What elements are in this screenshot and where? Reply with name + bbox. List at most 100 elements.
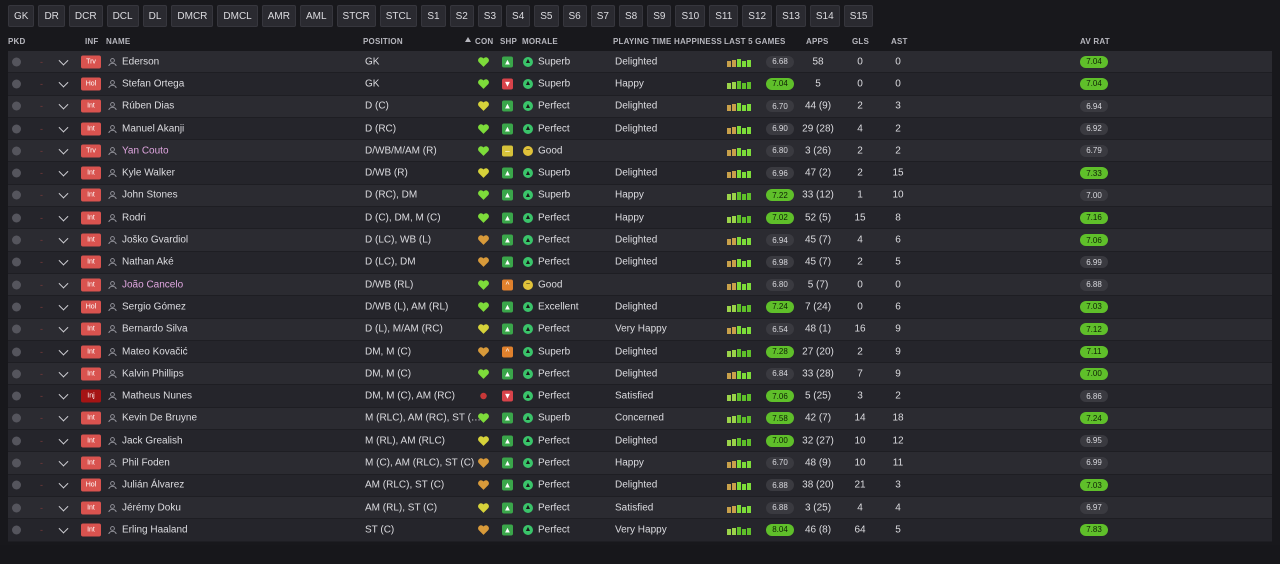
filter-button-s11[interactable]: S11: [709, 5, 739, 27]
col-apps[interactable]: APPS: [806, 37, 829, 46]
info-badge[interactable]: Int: [81, 367, 101, 381]
pick-toggle[interactable]: [12, 213, 21, 223]
col-name[interactable]: NAME: [106, 37, 130, 46]
col-con[interactable]: CON: [475, 37, 493, 46]
filter-button-s5[interactable]: S5: [534, 5, 559, 27]
chevron-down-icon[interactable]: [58, 412, 69, 422]
col-avrat[interactable]: AV RAT: [1080, 37, 1110, 46]
table-row[interactable]: - Int Kevin De Bruyne M (RLC), AM (RC), ST …: [8, 407, 1272, 431]
filter-button-s3[interactable]: S3: [477, 5, 503, 27]
chevron-down-icon[interactable]: [58, 434, 69, 445]
info-badge[interactable]: Int: [81, 166, 101, 180]
info-badge[interactable]: Inj: [81, 389, 101, 403]
player-name-link[interactable]: Mateo Kovačić: [122, 346, 188, 357]
info-badge[interactable]: Int: [81, 523, 101, 537]
player-name-link[interactable]: Kyle Walker: [122, 168, 175, 179]
pick-toggle[interactable]: [12, 124, 21, 134]
pick-toggle[interactable]: [12, 525, 21, 535]
filter-button-s14[interactable]: S14: [809, 5, 840, 27]
pick-toggle[interactable]: [12, 57, 21, 67]
player-name-link[interactable]: Matheus Nunes: [122, 391, 192, 402]
pick-toggle[interactable]: [12, 480, 21, 490]
chevron-down-icon[interactable]: [58, 300, 69, 311]
table-row[interactable]: - Hol Sergio Gómez D/WB (L), AM (RL) ▲ ▲ Excel…: [8, 296, 1272, 319]
table-row[interactable]: - Int Phil Foden M (C), AM (RLC), ST (C) ▲ ▲ P…: [8, 452, 1272, 475]
table-row[interactable]: - Int Joško Gvardiol D (LC), WB (L) ▲ ▲ Perfec…: [8, 229, 1272, 252]
player-name-link[interactable]: Nathan Aké: [122, 257, 174, 268]
pick-toggle[interactable]: [12, 413, 21, 423]
info-badge[interactable]: Int: [81, 345, 101, 358]
col-inf[interactable]: INF: [85, 37, 99, 46]
player-name-link[interactable]: Ederson: [122, 56, 159, 67]
table-row[interactable]: - Int Mateo Kovačić DM, M (C) ^ ▲ Superb Deligh…: [8, 340, 1272, 364]
col-position[interactable]: POSITION: [363, 37, 403, 46]
info-badge[interactable]: Int: [81, 188, 101, 202]
table-row[interactable]: - Int Erling Haaland ST (C) ▲ ▲ Perfect Very Ha…: [8, 519, 1272, 542]
player-name-link[interactable]: Julián Álvarez: [122, 480, 184, 491]
filter-button-s6[interactable]: S6: [562, 5, 587, 27]
filter-button-s10[interactable]: S10: [675, 5, 706, 27]
info-badge[interactable]: Int: [81, 456, 101, 470]
chevron-down-icon[interactable]: [58, 322, 69, 333]
col-shp[interactable]: SHP: [500, 37, 517, 46]
pick-toggle[interactable]: [12, 347, 21, 356]
chevron-down-icon[interactable]: [58, 55, 69, 66]
pick-toggle[interactable]: [12, 458, 21, 468]
filter-button-dl[interactable]: DL: [142, 5, 168, 27]
chevron-down-icon[interactable]: [58, 211, 69, 222]
table-row[interactable]: - Int Rodri D (C), DM, M (C) ▲ ▲ Perfect Happy 7…: [8, 207, 1272, 230]
table-row[interactable]: - Inj Matheus Nunes DM, M (C), AM (RC) ▼ ▲ Per…: [8, 385, 1272, 408]
player-name-link[interactable]: Bernardo Silva: [122, 324, 188, 335]
player-name-link[interactable]: João Cancelo: [122, 279, 183, 290]
table-row[interactable]: - Int Rúben Dias D (C) ▲ ▲ Perfect Delighted 6.7…: [8, 95, 1272, 118]
table-row[interactable]: - Int Nathan Aké D (LC), DM ▲ ▲ Perfect Delight…: [8, 251, 1272, 274]
table-row[interactable]: - Int João Cancelo D/WB (RL) ^ ~ Good 6.80 5 (7)…: [8, 273, 1272, 297]
chevron-down-icon[interactable]: [58, 233, 69, 244]
filter-button-dmcr[interactable]: DMCR: [171, 5, 214, 27]
filter-button-dr[interactable]: DR: [38, 5, 65, 27]
info-badge[interactable]: Trv: [81, 55, 101, 69]
player-name-link[interactable]: Stefan Ortega: [122, 78, 184, 89]
pick-toggle[interactable]: [12, 324, 21, 334]
player-name-link[interactable]: Yan Couto: [122, 145, 169, 156]
filter-button-s12[interactable]: S12: [742, 5, 773, 27]
player-name-link[interactable]: Manuel Akanji: [122, 123, 184, 134]
table-row[interactable]: - Trv Yan Couto D/WB/M/AM (R) – ~ Good 6.80 3 (2…: [8, 140, 1272, 163]
col-ast[interactable]: AST: [891, 37, 908, 46]
table-row[interactable]: - Int Kalvin Phillips DM, M (C) ▲ ▲ Perfect Del…: [8, 363, 1272, 386]
table-row[interactable]: - Hol Julián Álvarez AM (RLC), ST (C) ▲ ▲ Perf…: [8, 474, 1272, 497]
filter-button-dcr[interactable]: DCR: [68, 5, 103, 27]
chevron-down-icon[interactable]: [58, 456, 69, 467]
table-row[interactable]: - Hol Stefan Ortega GK ▼ ▲ Superb Happy 7.04 5 0 0 7…: [8, 73, 1272, 96]
chevron-down-icon[interactable]: [58, 99, 69, 110]
player-name-link[interactable]: Joško Gvardiol: [122, 235, 188, 246]
table-row[interactable]: - Int John Stones D (RC), DM ▲ ▲ Superb Happy 7.…: [8, 184, 1272, 208]
chevron-down-icon[interactable]: [58, 389, 69, 400]
info-badge[interactable]: Hol: [81, 478, 101, 492]
chevron-down-icon[interactable]: [58, 255, 69, 266]
filter-button-s13[interactable]: S13: [776, 5, 806, 27]
pick-toggle[interactable]: [12, 101, 21, 111]
info-badge[interactable]: Int: [81, 501, 101, 515]
player-name-link[interactable]: Kevin De Bruyne: [122, 413, 197, 424]
filter-button-gk[interactable]: GK: [8, 5, 35, 27]
chevron-down-icon[interactable]: [58, 189, 69, 199]
filter-button-s1[interactable]: S1: [421, 5, 446, 27]
pick-toggle[interactable]: [12, 235, 21, 245]
pick-toggle[interactable]: [12, 168, 21, 178]
table-row[interactable]: - Int Manuel Akanji D (RC) ▲ ▲ Perfect Delighte…: [8, 117, 1272, 141]
pick-toggle[interactable]: [12, 280, 21, 290]
pick-toggle[interactable]: [12, 369, 21, 379]
info-badge[interactable]: Int: [81, 278, 101, 292]
col-pkd[interactable]: PKD: [8, 37, 26, 46]
chevron-down-icon[interactable]: [58, 501, 69, 512]
chevron-down-icon[interactable]: [58, 345, 69, 356]
col-gls[interactable]: GLS: [852, 37, 869, 46]
chevron-down-icon[interactable]: [58, 278, 69, 289]
info-badge[interactable]: Int: [81, 322, 101, 336]
info-badge[interactable]: Int: [81, 411, 101, 425]
table-row[interactable]: - Trv Ederson GK ▲ ▲ Superb Delighted 6.68 58 0 0 7.…: [8, 51, 1272, 74]
col-playing-time[interactable]: PLAYING TIME HAPPINESS: [613, 37, 722, 46]
filter-button-s4[interactable]: S4: [506, 5, 531, 27]
filter-button-s2[interactable]: S2: [449, 5, 474, 27]
